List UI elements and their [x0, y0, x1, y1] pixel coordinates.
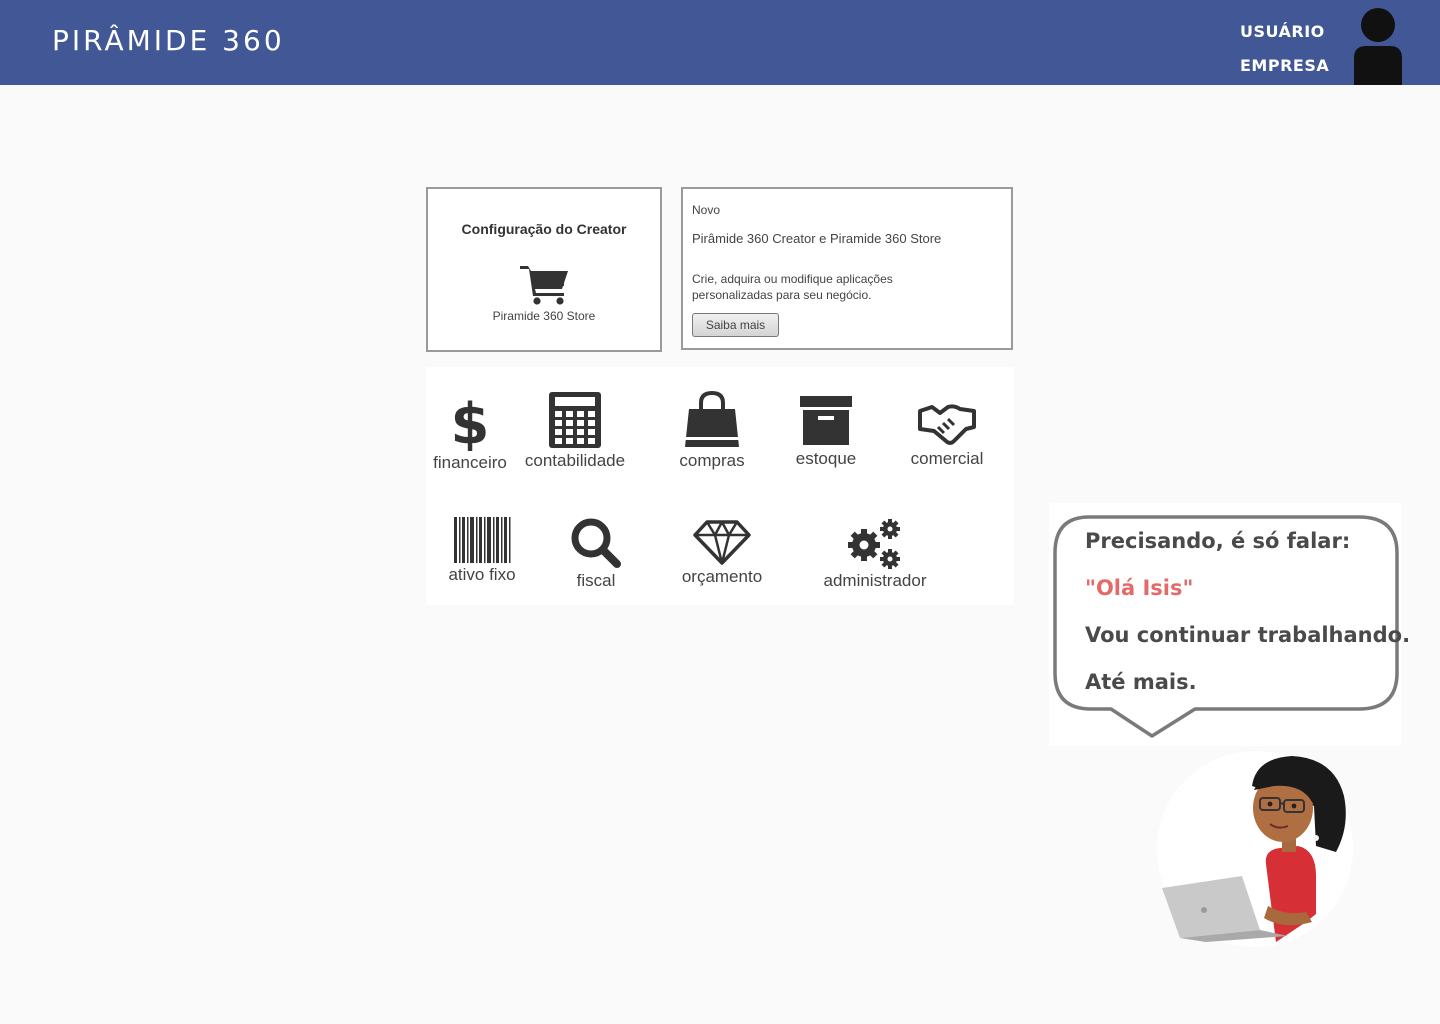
handshake-icon	[918, 404, 976, 445]
module-label: comercial	[910, 449, 984, 468]
module-label: contabilidade	[524, 451, 626, 470]
calculator-icon	[549, 392, 601, 448]
assistant-line-1: Precisando, é só falar:	[1085, 529, 1351, 553]
creator-config-title: Configuração do Creator	[461, 221, 627, 237]
assistant-line-4: Até mais.	[1085, 670, 1197, 694]
module-contabilidade[interactable]: contabilidade	[518, 391, 632, 471]
assistant-speech-bubble: Precisando, é só falar: "Olá Isis" Vou c…	[1049, 503, 1410, 746]
learn-more-button[interactable]: Saiba mais	[692, 313, 779, 337]
module-comercial[interactable]: comercial	[902, 397, 992, 469]
news-description: Crie, adquira ou modifique aplicações pe…	[692, 272, 893, 302]
top-header: PIRÂMIDE 360 USUÁRIO EMPRESA	[0, 0, 1440, 85]
module-label: orçamento	[681, 567, 763, 586]
creator-config-card[interactable]: Configuração do Creator Piramide 360 Sto…	[426, 187, 662, 352]
dollar-icon: $	[451, 393, 490, 451]
app-logo-title[interactable]: PIRÂMIDE 360	[52, 24, 285, 57]
module-orcamento[interactable]: orçamento	[674, 519, 770, 587]
module-compras[interactable]: compras	[672, 391, 752, 471]
module-label: fiscal	[576, 571, 616, 590]
new-badge: Novo	[692, 203, 721, 217]
module-label: administrador	[823, 571, 927, 590]
modules-grid: $ financeiro contabilidade compras estoq…	[426, 367, 1014, 605]
diamond-icon	[693, 520, 751, 565]
assistant-wake-phrase: "Olá Isis"	[1085, 576, 1194, 600]
gears-icon	[848, 519, 900, 569]
assistant-avatar[interactable]	[1156, 746, 1354, 952]
barcode-icon	[454, 517, 511, 563]
news-card: Novo Pirâmide 360 Creator e Piramide 360…	[681, 187, 1013, 350]
company-name[interactable]: EMPRESA	[1240, 56, 1329, 75]
module-ativo-fixo[interactable]: ativo fixo	[442, 517, 522, 585]
module-label: ativo fixo	[448, 565, 516, 584]
module-fiscal[interactable]: fiscal	[564, 517, 628, 591]
user-name[interactable]: USUÁRIO	[1240, 22, 1325, 41]
module-label: compras	[679, 451, 745, 470]
shopping-cart-icon	[520, 266, 568, 305]
assistant-line-3: Vou continuar trabalhando.	[1085, 623, 1411, 647]
svg-text:$: $	[451, 393, 490, 451]
module-financeiro[interactable]: $ financeiro	[430, 393, 510, 473]
store-label: Piramide 360 Store	[492, 309, 596, 323]
user-avatar-icon[interactable]	[1352, 8, 1404, 85]
module-administrador[interactable]: administrador	[816, 517, 934, 591]
magnifier-icon	[571, 518, 621, 568]
module-label: estoque	[795, 449, 857, 468]
news-headline: Pirâmide 360 Creator e Piramide 360 Stor…	[692, 231, 942, 246]
shopping-bag-icon	[685, 391, 739, 447]
archive-box-icon	[800, 396, 852, 445]
module-estoque[interactable]: estoque	[788, 393, 864, 469]
module-label: financeiro	[433, 453, 507, 472]
